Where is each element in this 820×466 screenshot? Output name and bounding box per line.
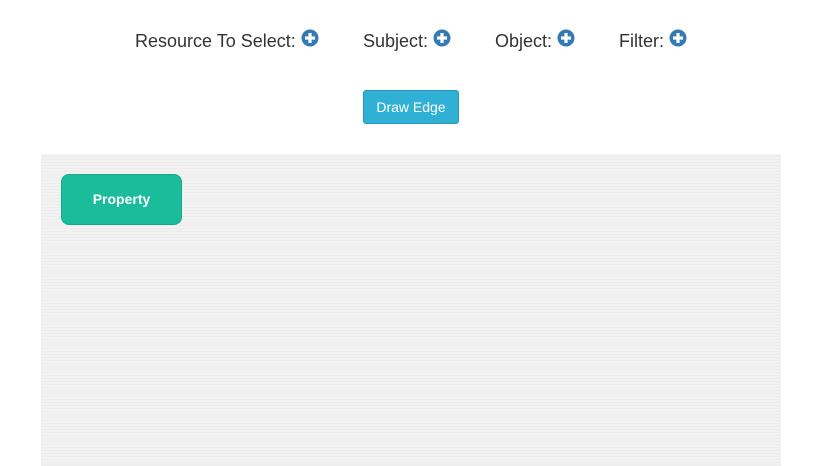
graph-node-property[interactable]: Property [61,174,182,225]
resource-to-select-field: Resource To Select: [135,29,319,52]
resource-to-select-label: Resource To Select: [135,31,296,51]
add-object-plus-circle-icon[interactable] [557,29,575,47]
query-toolbar: Resource To Select: Subject: Object: Fil… [0,0,820,80]
filter-field: Filter: [619,29,687,52]
subject-field: Subject: [363,29,451,52]
graph-canvas[interactable]: Property [41,154,781,466]
draw-edge-button[interactable]: Draw Edge [363,90,459,124]
add-filter-plus-circle-icon[interactable] [669,29,687,47]
object-label: Object: [495,31,553,51]
add-subject-plus-circle-icon[interactable] [433,29,451,47]
add-resource-plus-circle-icon[interactable] [301,29,319,47]
filter-label: Filter: [619,31,664,51]
subject-label: Subject: [363,31,429,51]
object-field: Object: [495,29,575,52]
